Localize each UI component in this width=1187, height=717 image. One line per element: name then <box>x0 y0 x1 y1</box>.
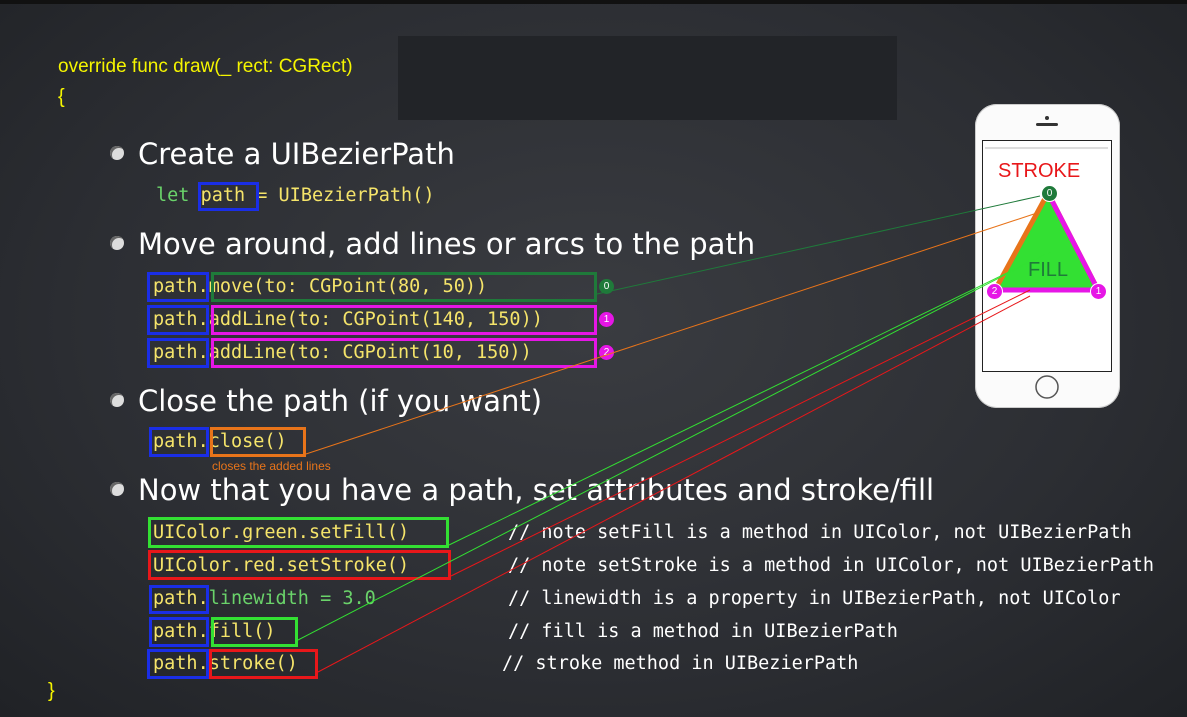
connector-fill <box>297 261 1031 641</box>
vertex-badge-2: 2 <box>986 283 1003 300</box>
vertex-badge-1: 1 <box>1090 283 1107 300</box>
connector-close <box>305 211 1041 455</box>
connector-move <box>596 195 1041 295</box>
connector-setstroke <box>450 289 1031 577</box>
vertex-badge-0: 0 <box>1041 185 1058 202</box>
connector-stroke <box>317 295 1031 673</box>
phone-speaker <box>1036 123 1058 126</box>
phone-home-button <box>1035 375 1059 399</box>
fill-label: FILL <box>1028 259 1069 281</box>
stroke-label: STROKE <box>998 160 1081 182</box>
connector-setfill <box>448 251 1051 546</box>
phone-camera <box>1045 116 1049 120</box>
diagram-overlay <box>297 116 1108 673</box>
